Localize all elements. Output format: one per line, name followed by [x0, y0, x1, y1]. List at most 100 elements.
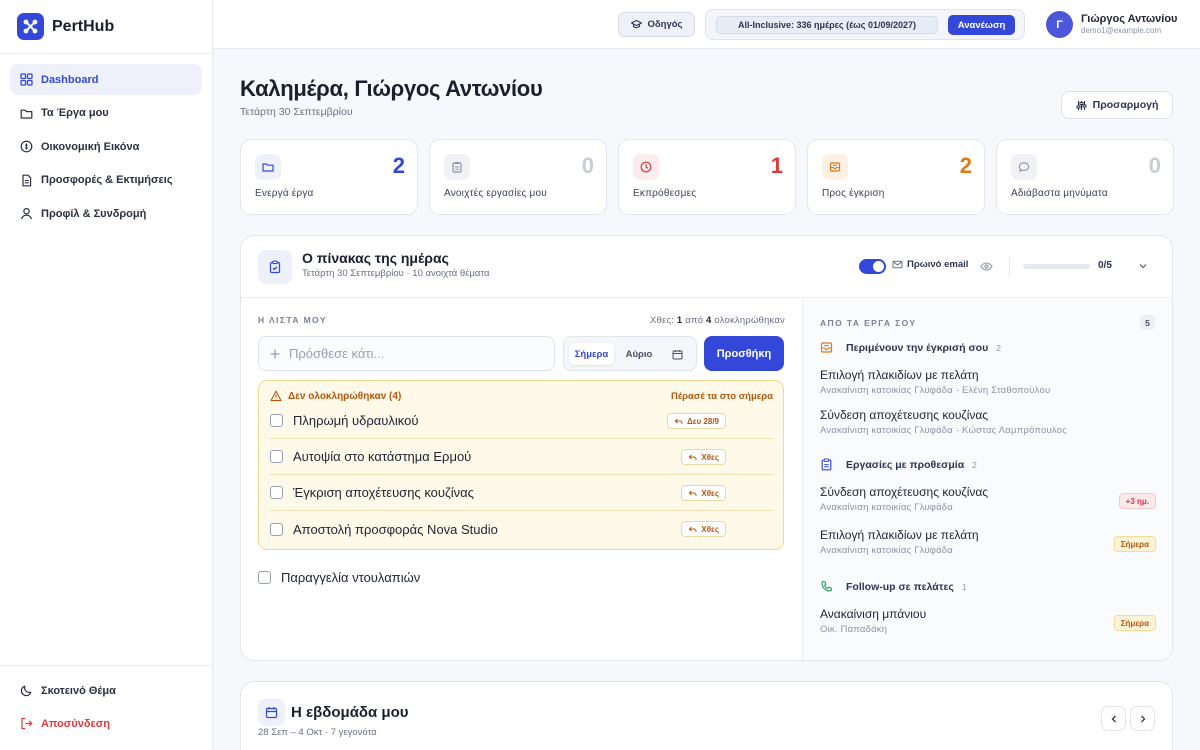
day-selector: Σήμερα Αύριο	[563, 336, 697, 371]
chevron-down-icon[interactable]	[1137, 260, 1149, 272]
yesterday-of: από	[685, 315, 704, 326]
folder-icon	[20, 109, 33, 119]
add-button[interactable]: Προσθήκη	[704, 336, 784, 371]
due-badge[interactable]: Δευ 28/9	[667, 413, 726, 429]
my-list-panel: Η ΛΙΣΤΑ ΜΟΥ Χθες: 1 από 4 ολοκληρώθηκαν …	[241, 298, 802, 660]
stat-label: Ανοιχτές εργασίες μου	[444, 188, 547, 199]
calendar-icon	[258, 699, 285, 726]
seg-today-button[interactable]: Σήμερα	[569, 343, 614, 365]
task-text: Παραγγελία ντουλαπιών	[281, 570, 421, 585]
page-date: Τετάρτη 30 Σεπτεμβρίου	[240, 106, 353, 118]
coin-icon	[20, 140, 33, 153]
sidebar-item-label: Οικονομική Εικόνα	[41, 140, 140, 153]
logout-button[interactable]: Αποσύνδεση	[10, 708, 202, 739]
plan-box: All-Inclusive: 336 ημέρες (έως 01/09/202…	[705, 9, 1025, 40]
chevron-left-icon	[1111, 715, 1116, 722]
stat-card-open-tasks[interactable]: 0 Ανοιχτές εργασίες μου	[429, 139, 607, 215]
item-subtitle: Ανακαίνιση κατοικίας Γλυφάδα	[820, 502, 953, 513]
stat-card-overdue[interactable]: 1 Εκπρόθεσμες	[618, 139, 796, 215]
undo-icon	[674, 418, 683, 424]
chevron-right-icon	[1140, 715, 1145, 722]
list-item[interactable]: Ανακαίνιση μπάνιου Οικ. Παπαδάκη Σήμερα	[820, 607, 1156, 635]
projects-count-badge: 5	[1140, 315, 1155, 330]
sidebar-item-finance[interactable]: Οικονομική Εικόνα	[10, 131, 202, 162]
calendar-icon	[672, 349, 682, 359]
morning-email-toggle[interactable]	[859, 259, 886, 274]
due-badge[interactable]: Χθες	[681, 485, 726, 501]
sidebar-item-profile[interactable]: Προφίλ & Συνδρομή	[10, 198, 202, 229]
user-name: Γιώργος Αντωνίου	[1081, 13, 1178, 25]
section-count: 2	[996, 342, 1001, 353]
section-pending-approval[interactable]: Περιμένουν την έγκρισή σου 2	[820, 341, 1001, 354]
dark-theme-toggle[interactable]: Σκοτεινό Θέμα	[10, 675, 202, 706]
next-week-button[interactable]	[1130, 706, 1155, 731]
sidebar-item-label: Τα Έργα μου	[41, 107, 109, 119]
task-checkbox[interactable]	[270, 414, 283, 427]
logout-icon	[21, 717, 33, 730]
topbar: Οδηγός All-Inclusive: 336 ημέρες (έως 01…	[213, 0, 1200, 49]
yesterday-suffix: ολοκληρώθηκαν	[714, 315, 785, 326]
task-checkbox[interactable]	[270, 486, 283, 499]
item-subtitle: Οικ. Παπαδάκη	[820, 624, 888, 635]
prev-week-button[interactable]	[1101, 706, 1126, 731]
plus-icon	[270, 349, 280, 358]
mail-icon	[892, 260, 903, 269]
sidebar-item-dashboard[interactable]: Dashboard	[10, 64, 202, 95]
task-checkbox[interactable]	[270, 522, 283, 536]
guide-button[interactable]: Οδηγός	[618, 12, 695, 37]
follow-up-badge: Σήμερα	[1113, 615, 1156, 631]
due-badge[interactable]: Χθες	[681, 521, 726, 537]
week-title: Η εβδομάδα μου	[291, 704, 409, 721]
section-follow-up[interactable]: Follow-up σε πελάτες 1	[820, 580, 967, 593]
list-item[interactable]: Επιλογή πλακιδίων με πελάτη Ανακαίνιση κ…	[820, 528, 1156, 556]
add-task-field[interactable]	[258, 336, 555, 371]
stat-card-active-projects[interactable]: 2 Ενεργά έργα	[240, 139, 418, 215]
item-title: Σύνδεση αποχέτευσης κουζίνας	[820, 485, 989, 499]
eye-icon[interactable]	[980, 260, 993, 273]
renew-button[interactable]: Ανανέωση	[948, 15, 1015, 35]
stat-card-pending-approval[interactable]: 2 Προς έγκριση	[807, 139, 985, 215]
section-count: 2	[972, 459, 977, 470]
sidebar-item-projects[interactable]: Τα Έργα μου	[10, 98, 202, 129]
user-icon	[21, 207, 32, 220]
task-checkbox[interactable]	[270, 450, 283, 463]
clipboard-icon	[821, 458, 832, 471]
customize-button[interactable]: Προσαρμογή	[1061, 91, 1173, 119]
sidebar-item-label: Dashboard	[41, 73, 99, 86]
task-text: Πληρωμή υδραυλικού	[293, 413, 419, 428]
move-to-today-button[interactable]: Πέρασέ τα στο σήμερα	[671, 391, 773, 402]
calendar-button[interactable]	[664, 343, 690, 365]
list-item: Πληρωμή υδραυλικού Δευ 28/9	[269, 403, 774, 439]
list-item[interactable]: Επιλογή πλακιδίων με πελάτη Ανακαίνιση κ…	[820, 368, 1156, 396]
add-task-input[interactable]	[289, 346, 529, 361]
logo-mark-icon	[17, 13, 44, 40]
section-deadlines[interactable]: Εργασίες με προθεσμία 2	[820, 458, 977, 471]
daily-board: Ο πίνακας της ημέρας Τετάρτη 30 Σεπτεμβρ…	[240, 235, 1173, 661]
inbox-icon	[822, 154, 848, 180]
section-title: Περιμένουν την έγκρισή σου	[846, 341, 989, 354]
sidebar-nav: Dashboard Τα Έργα μου Οικονομική Εικόνα …	[0, 54, 212, 229]
sidebar-item-offers[interactable]: Προσφορές & Εκτιμήσεις	[10, 165, 202, 196]
stat-value: 2	[959, 153, 972, 178]
list-item[interactable]: Σύνδεση αποχέτευσης κουζίνας Ανακαίνιση …	[820, 485, 1156, 513]
my-list-label: Η ΛΙΣΤΑ ΜΟΥ	[258, 315, 327, 325]
from-projects-panel: ΑΠΟ ΤΑ ΕΡΓΑ ΣΟΥ 5 Περιμένουν την έγκρισή…	[802, 298, 1172, 660]
task-checkbox[interactable]	[258, 571, 271, 584]
due-badge[interactable]: Χθες	[681, 449, 726, 465]
plan-status-badge: All-Inclusive: 336 ημέρες (έως 01/09/202…	[716, 16, 938, 34]
undo-icon	[689, 526, 697, 532]
avatar[interactable]: Γ	[1046, 11, 1073, 38]
seg-tomorrow-button[interactable]: Αύριο	[618, 343, 660, 365]
stat-card-unread-messages[interactable]: 0 Αδιάβαστα μηνύματα	[996, 139, 1174, 215]
folder-icon	[255, 154, 281, 180]
week-subtitle: 28 Σεπ – 4 Οκτ · 7 γεγονότα	[258, 727, 377, 738]
sidebar: PertHub Dashboard Τα Έργα μου Οικονομική…	[0, 0, 213, 750]
board-header: Ο πίνακας της ημέρας Τετάρτη 30 Σεπτεμβρ…	[241, 236, 1172, 298]
sidebar-item-label: Προσφορές & Εκτιμήσεις	[41, 174, 173, 186]
moon-icon	[20, 685, 32, 697]
board-subtitle: Τετάρτη 30 Σεπτεμβρίου · 10 ανοιχτά θέμα…	[302, 268, 490, 279]
list-item[interactable]: Σύνδεση αποχέτευσης κουζίνας Ανακαίνιση …	[820, 408, 1156, 436]
phone-icon	[821, 580, 833, 592]
daily-progress-bar	[1023, 264, 1090, 269]
logo[interactable]: PertHub	[0, 0, 212, 54]
